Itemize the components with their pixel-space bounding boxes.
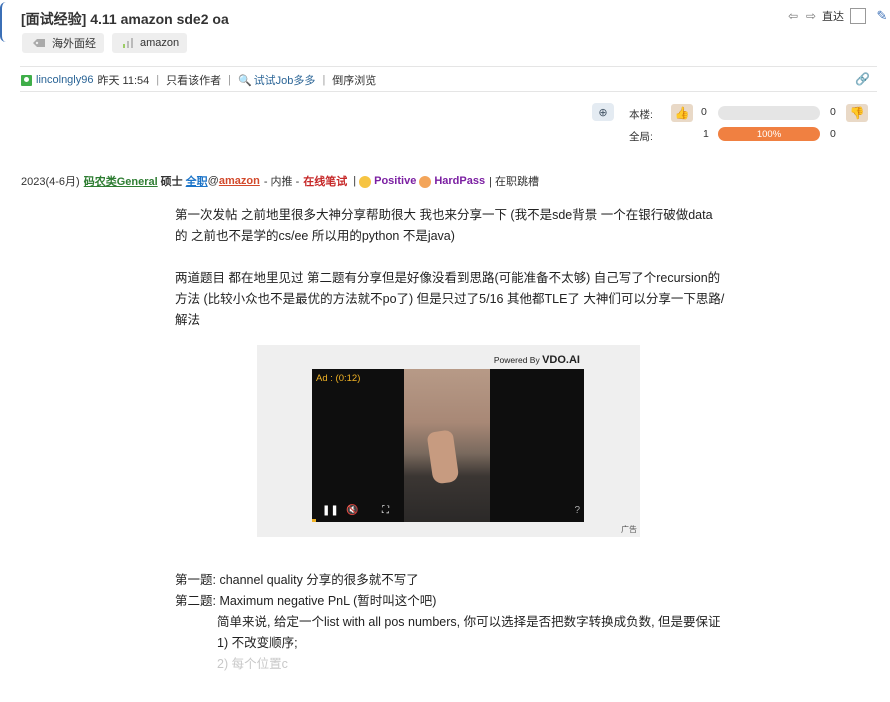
method: 在线笔试 [303, 176, 348, 188]
add-rating-icon[interactable]: ⊕ [592, 103, 614, 121]
avatar[interactable] [21, 74, 32, 86]
referral: - 内推 - [263, 176, 300, 188]
ad-label: 广告 [621, 525, 637, 534]
separator: | [353, 175, 357, 187]
vote-up-count: 0 [701, 106, 707, 118]
period: 2023(4-6月) [21, 176, 80, 188]
powered-prefix: Powered By [493, 355, 540, 365]
tag-icon [32, 38, 46, 48]
bar-chart-icon [122, 38, 134, 48]
pin-icon[interactable]: ✎ [874, 8, 890, 24]
vote-bar [718, 106, 820, 120]
only-author-link[interactable]: 只看该作者 [166, 72, 221, 88]
divider [20, 66, 877, 67]
post-meta: lincolngly96 昨天 11:54 | 只看该作者 | 🔍 试试Job多… [21, 72, 376, 88]
paragraph: 第一题: channel quality 分享的很多就不写了 [175, 573, 419, 587]
goto-label: 直达 [822, 11, 844, 23]
vote-bar-filled: 100% [718, 127, 820, 141]
vote-label: 全局: [629, 130, 653, 143]
smile-icon [359, 176, 372, 188]
thread-title: [面试经验] 4.11 amazon sde2 oa [21, 11, 229, 27]
category-link[interactable]: 码农类General [84, 173, 158, 189]
employment-link[interactable]: 全职 [186, 173, 208, 189]
vote-row-global: 全局: 1 100% 0 [629, 126, 872, 146]
job-link[interactable]: 🔍 试试Job多多 [238, 72, 315, 88]
video-ad[interactable]: Powered By VDO.AI Ad : (0:12) ❚❚ 🔇 ⛶ ? 广… [257, 345, 640, 537]
company-link[interactable]: amazon [219, 175, 260, 187]
arrow-left-icon[interactable]: ⇦ [786, 9, 800, 23]
video-progress [312, 519, 316, 522]
paragraph: 1) 不改变顺序; [217, 636, 298, 650]
paragraph: 第二题: Maximum negative PnL (暂时叫这个吧) [175, 594, 437, 608]
paragraph: 第一次发帖 之前地里很多大神分享帮助很大 我也来分享一下 (我不是sde背景 一… [175, 208, 713, 243]
result-positive: Positive [374, 175, 417, 187]
reverse-order-link[interactable]: 倒序浏览 [332, 72, 376, 88]
thumb-down-icon[interactable]: 👎 [846, 104, 868, 122]
tag-amazon[interactable]: amazon [112, 33, 188, 53]
mute-icon[interactable]: 🔇 [346, 505, 358, 516]
job-change: | 在职跳槽 [489, 176, 539, 188]
help-icon[interactable]: ? [574, 505, 580, 516]
author-link[interactable]: lincolngly96 [36, 74, 93, 86]
goto-input[interactable] [850, 8, 866, 24]
pause-icon[interactable]: ❚❚ [322, 505, 339, 516]
vote-down-count: 0 [830, 106, 836, 118]
thumb-up-icon[interactable]: 👍 [671, 104, 693, 122]
tag-haiwai[interactable]: 海外面经 [22, 33, 104, 53]
vote-label: 本楼: [629, 108, 653, 121]
paragraph: 2) 每个位置c [217, 657, 288, 671]
post-time: 昨天 11:54 [97, 75, 150, 87]
vote-down-count: 0 [830, 128, 836, 140]
q2-description: 简单来说, 给定一个list with all pos numbers, 你可以… [217, 615, 721, 629]
arrow-right-icon[interactable]: ⇨ [804, 9, 818, 23]
vote-up-count: 1 [703, 128, 709, 140]
paragraph: 简单来说, 给定一个list with all pos numbers, 你可以… [175, 612, 725, 633]
vote-row-this-floor: 本楼: 👍 0 0 👎 [629, 104, 872, 124]
degree: 硕士 [160, 176, 183, 188]
ad-timer: Ad : (0:12) [316, 373, 361, 384]
paragraph: 两道题目 都在地里见过 第二题有分享但是好像没看到思路(可能准备不太够) 自己写… [175, 271, 725, 327]
thread-nav: ⇦ ⇨ 直达 ✎ [786, 8, 890, 24]
fullscreen-icon[interactable]: ⛶ [382, 505, 389, 516]
link-icon[interactable]: 🔗 [855, 72, 870, 86]
at-sign: @ [207, 175, 219, 187]
post-body: 第一次发帖 之前地里很多大神分享帮助很大 我也来分享一下 (我不是sde背景 一… [175, 205, 725, 331]
post-info-line: 2023(4-6月) 码农类General 硕士 全职 @ amazon - 内… [21, 173, 539, 189]
divider [20, 91, 877, 92]
job-link-label: 试试Job多多 [253, 75, 316, 87]
vote-percent: 100% [756, 128, 782, 140]
separator: | [228, 74, 231, 86]
separator: | [322, 74, 326, 86]
separator: | [156, 74, 160, 86]
video-player[interactable]: Ad : (0:12) ❚❚ 🔇 ⛶ ? [312, 369, 584, 522]
vote-panel: ⊕ 本楼: 👍 0 0 👎 全局: 1 100% 0 [592, 103, 872, 145]
post-body-continued: 第一题: channel quality 分享的很多就不写了 第二题: Maxi… [175, 570, 725, 675]
thread-edge-marker [0, 2, 6, 42]
tag-label: 海外面经 [52, 38, 96, 50]
tag-label: amazon [140, 37, 180, 49]
thread-tags: 海外面经 amazon [22, 33, 188, 53]
relieved-icon [419, 176, 432, 188]
ad-powered-by: Powered By VDO.AI [494, 354, 580, 366]
search-icon: 🔍 [237, 74, 252, 87]
powered-brand: VDO.AI [542, 354, 580, 366]
result-hardpass: HardPass [434, 175, 486, 187]
